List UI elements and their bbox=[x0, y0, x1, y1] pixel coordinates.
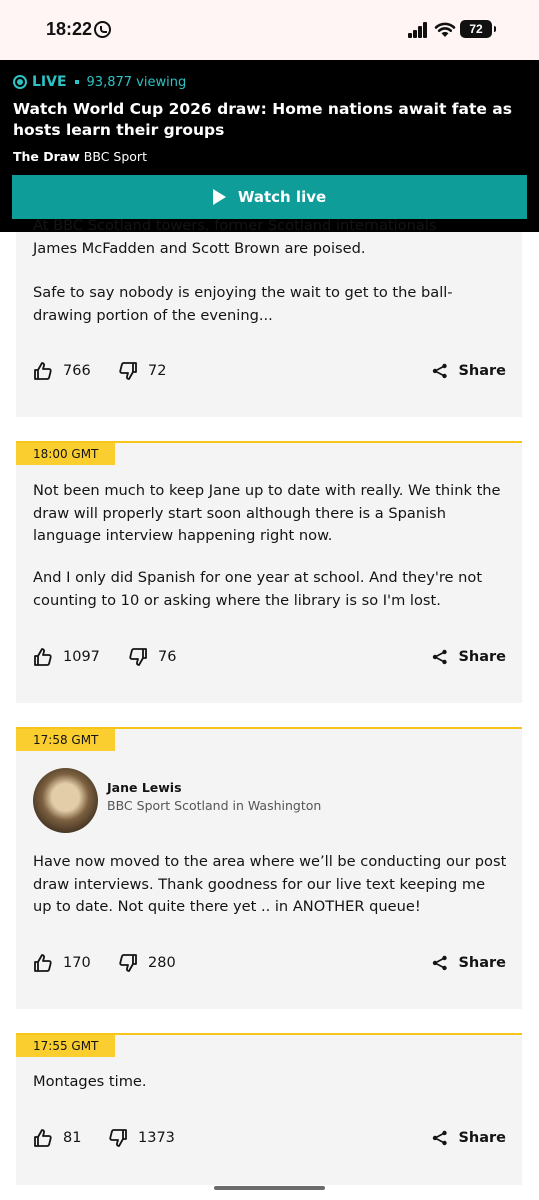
viewer-count: 93,877 viewing bbox=[86, 74, 187, 90]
live-stream-source: The Draw BBC Sport bbox=[13, 149, 147, 164]
share-icon bbox=[433, 955, 448, 971]
like-count: 170 bbox=[63, 955, 91, 971]
share-button[interactable]: Share bbox=[432, 359, 506, 383]
programme-name: The Draw bbox=[13, 149, 80, 164]
live-label: LIVE bbox=[32, 74, 67, 90]
separator-dot bbox=[74, 80, 79, 84]
wifi-icon bbox=[434, 22, 456, 37]
share-label: Share bbox=[458, 1130, 506, 1146]
status-time: 18:22 bbox=[46, 19, 93, 39]
timestamp-badge: 17:55 GMT bbox=[16, 1035, 116, 1057]
live-stream-title[interactable]: Watch World Cup 2026 draw: Home nations … bbox=[13, 99, 513, 141]
like-count: 766 bbox=[63, 363, 91, 379]
thumbs-up-icon bbox=[34, 648, 52, 666]
thumbs-up-icon bbox=[34, 954, 52, 972]
share-button[interactable]: Share bbox=[432, 951, 506, 975]
timestamp-badge: 18:00 GMT bbox=[16, 443, 116, 465]
share-button[interactable]: Share bbox=[432, 645, 506, 669]
like-count: 1097 bbox=[63, 649, 100, 665]
author-name: Jane Lewis bbox=[107, 780, 182, 795]
reactions-bar: 81 1373 Share bbox=[33, 1126, 506, 1150]
dislike-count: 76 bbox=[158, 649, 177, 665]
dislike-button[interactable]: 76 bbox=[128, 645, 176, 669]
timestamp-badge: 17:58 GMT bbox=[16, 729, 116, 751]
share-icon bbox=[433, 649, 448, 665]
like-button[interactable]: 766 bbox=[33, 359, 91, 383]
live-banner[interactable]: LIVE 93,877 viewing Watch World Cup 2026… bbox=[0, 60, 539, 232]
share-label: Share bbox=[458, 955, 506, 971]
live-post: 17:55 GMT Montages time. 81 1373 Share bbox=[16, 1033, 522, 1185]
live-icon bbox=[13, 75, 27, 89]
thumbs-down-icon bbox=[119, 954, 137, 972]
post-paragraph: Not been much to keep Jane up to date wi… bbox=[33, 482, 501, 544]
post-paragraph: Safe to say nobody is enjoying the wait … bbox=[33, 284, 453, 324]
live-post: 18:00 GMT Not been much to keep Jane up … bbox=[16, 441, 522, 703]
like-count: 81 bbox=[63, 1130, 82, 1146]
post-paragraph: James McFadden and Scott Brown are poise… bbox=[33, 240, 366, 257]
like-button[interactable]: 81 bbox=[33, 1126, 81, 1150]
home-indicator[interactable] bbox=[214, 1186, 325, 1190]
watch-live-label: Watch live bbox=[237, 188, 327, 206]
reactions-bar: 170 280 Share bbox=[33, 951, 506, 975]
avatar bbox=[33, 768, 98, 833]
dislike-count: 1373 bbox=[138, 1130, 175, 1146]
battery-icon: 72 bbox=[460, 20, 496, 38]
dislike-count: 280 bbox=[148, 955, 176, 971]
whatsapp-icon bbox=[94, 21, 111, 38]
watch-live-button[interactable]: Watch live bbox=[12, 175, 527, 219]
dislike-button[interactable]: 280 bbox=[118, 951, 176, 975]
thumbs-up-icon bbox=[34, 362, 52, 380]
share-icon bbox=[433, 363, 448, 379]
like-button[interactable]: 170 bbox=[33, 951, 91, 975]
reactions-bar: 766 72 Share bbox=[33, 359, 506, 383]
like-button[interactable]: 1097 bbox=[33, 645, 100, 669]
live-indicator: LIVE 93,877 viewing bbox=[13, 72, 186, 92]
play-icon bbox=[212, 189, 226, 205]
live-post: At BBC Scotland towers, former Scotland … bbox=[16, 217, 522, 417]
reactions-bar: 1097 76 Share bbox=[33, 645, 506, 669]
post-paragraph: And I only did Spanish for one year at s… bbox=[33, 569, 483, 609]
share-icon bbox=[433, 1130, 448, 1146]
signal-icon bbox=[408, 22, 428, 38]
thumbs-down-icon bbox=[119, 362, 137, 380]
author-role: BBC Sport Scotland in Washington bbox=[107, 798, 322, 813]
share-label: Share bbox=[458, 363, 506, 379]
dislike-button[interactable]: 1373 bbox=[108, 1126, 175, 1150]
channel-name: BBC Sport bbox=[83, 149, 147, 164]
thumbs-up-icon bbox=[34, 1129, 52, 1147]
post-paragraph: Have now moved to the area where we’ll b… bbox=[33, 853, 507, 915]
dislike-count: 72 bbox=[148, 363, 167, 379]
share-label: Share bbox=[458, 649, 506, 665]
thumbs-down-icon bbox=[109, 1129, 127, 1147]
post-text-partial: At BBC Scotland towers, former Scotland … bbox=[33, 217, 437, 234]
post-paragraph: Montages time. bbox=[33, 1073, 147, 1090]
live-post: 17:58 GMT Jane Lewis BBC Sport Scotland … bbox=[16, 727, 522, 1009]
status-bar: 18:22 72 bbox=[0, 0, 539, 60]
thumbs-down-icon bbox=[129, 648, 147, 666]
dislike-button[interactable]: 72 bbox=[118, 359, 166, 383]
share-button[interactable]: Share bbox=[432, 1126, 506, 1150]
